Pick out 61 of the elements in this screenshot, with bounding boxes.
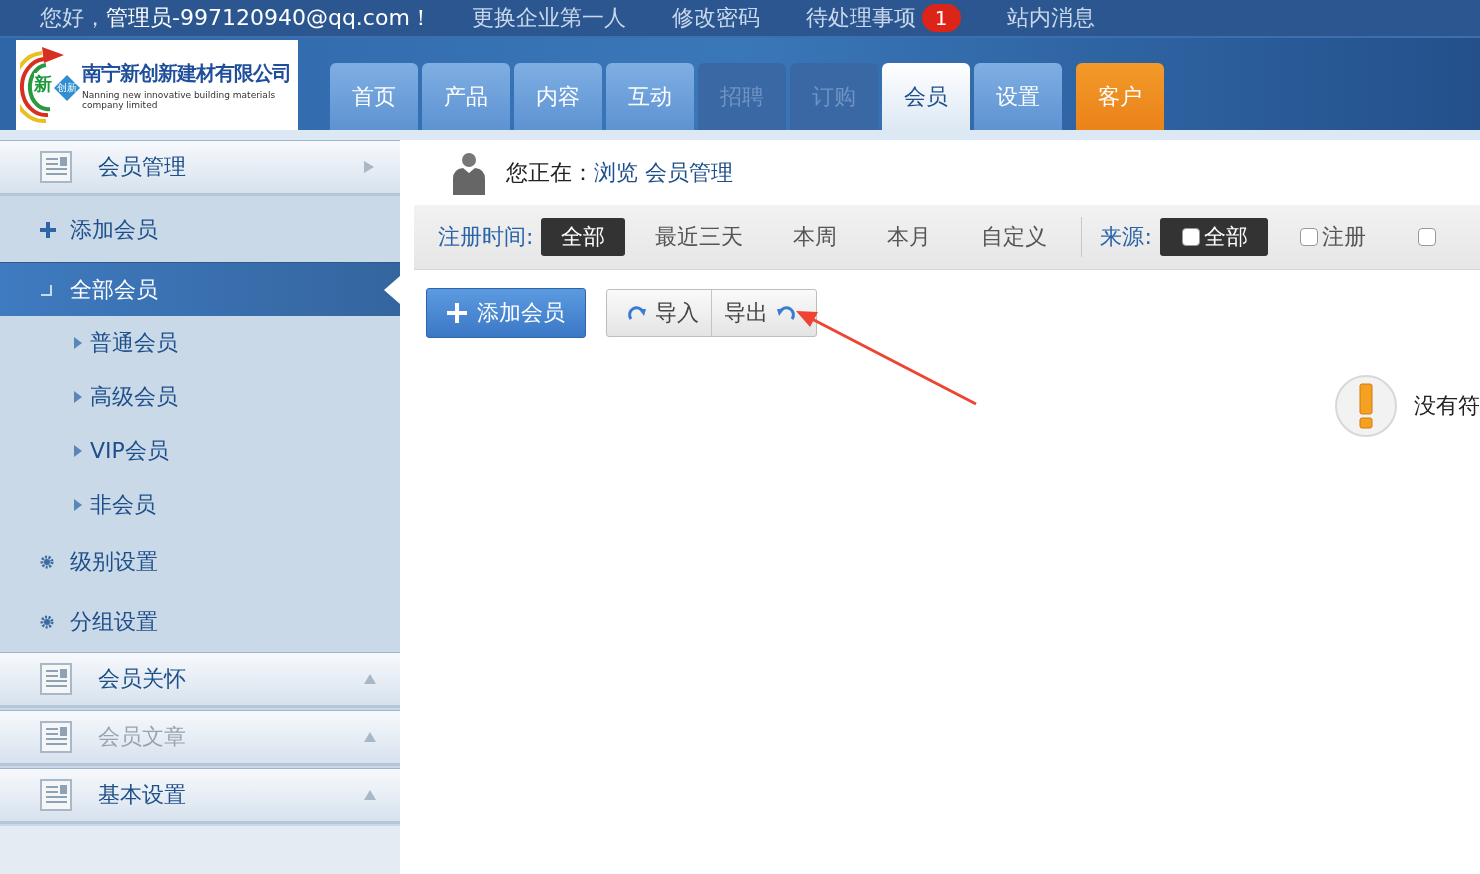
gear-icon	[40, 555, 54, 569]
pointer-icon	[384, 276, 400, 304]
filter-option[interactable]: 本周	[773, 218, 858, 256]
top-link[interactable]: 更换企业第一人	[471, 3, 626, 33]
corner-icon	[40, 283, 52, 296]
filter-option[interactable]: 自定义	[961, 218, 1068, 256]
document-icon	[40, 721, 72, 753]
company-name: 南宁新创新建材有限公司	[82, 60, 292, 87]
caret-icon	[74, 391, 82, 403]
document-icon	[40, 779, 72, 811]
document-icon	[40, 151, 72, 183]
user-name: 管理员-997120940@qq.com！	[106, 4, 432, 32]
sidebar-item[interactable]: 级别设置	[0, 532, 400, 592]
source-option[interactable]: 全部	[1159, 218, 1268, 256]
plus-icon	[447, 303, 467, 323]
top-link[interactable]: 待处理事项	[805, 3, 916, 33]
avatar-icon	[453, 150, 485, 195]
section-header[interactable]: 会员管理	[0, 140, 400, 196]
filter-option[interactable]: 本月	[867, 218, 952, 256]
caret-icon	[74, 499, 82, 511]
checkbox[interactable]	[1181, 228, 1200, 246]
filter-label: 来源:	[1100, 223, 1152, 251]
sidebar-subitem[interactable]: 非会员	[0, 478, 400, 532]
sidebar-subitem[interactable]: 高级会员	[0, 370, 400, 424]
top-link[interactable]: 站内消息	[1006, 3, 1095, 33]
greeting-text: 您好，	[40, 4, 106, 32]
nav-tab[interactable]: 会员	[882, 63, 970, 130]
checkbox[interactable]	[1417, 228, 1436, 246]
warning-icon	[1334, 374, 1398, 438]
breadcrumb-label: 您正在：	[506, 158, 594, 187]
import-button[interactable]: 导入	[607, 290, 711, 336]
sidebar-subitem[interactable]: VIP会员	[0, 424, 400, 478]
collapse-arrow-icon	[364, 789, 376, 801]
source-option[interactable]: 注册	[1277, 218, 1386, 256]
filter-label: 注册时间:	[438, 223, 534, 251]
plus-icon	[40, 222, 56, 238]
breadcrumb-link[interactable]: 浏览 会员管理	[594, 157, 733, 188]
caret-icon	[74, 337, 82, 349]
filter-option[interactable]: 全部	[541, 218, 626, 256]
collapse-arrow-icon	[364, 673, 376, 685]
logo[interactable]: 新 创新 南宁新创新建材有限公司 Nanning new innovative building materials company limited	[16, 40, 298, 130]
company-subtitle: Nanning new innovative building materials company limited	[82, 90, 277, 110]
expand-arrow-icon	[364, 161, 376, 173]
emblem-character: 新	[34, 73, 52, 95]
sidebar-item[interactable]: 添加会员	[0, 198, 400, 262]
collapse-arrow-icon	[364, 731, 376, 743]
section-header[interactable]: 基本设置	[0, 768, 400, 824]
document-icon	[40, 663, 72, 695]
swoosh-icon	[20, 45, 66, 125]
caret-icon	[74, 445, 82, 457]
sidebar-item[interactable]: 分组设置	[0, 592, 400, 652]
add-member-button[interactable]: 添加会员	[426, 288, 586, 338]
sidebar-subitem[interactable]: 普通会员	[0, 316, 400, 370]
section-header[interactable]: 会员关怀	[0, 652, 400, 708]
top-link[interactable]: 修改密码	[671, 3, 760, 33]
count-badge: 1	[921, 4, 961, 32]
gear-icon	[40, 615, 54, 629]
notice-text: 没有符	[1414, 392, 1480, 420]
filter-option[interactable]: 最近三天	[635, 218, 764, 256]
sidebar-item[interactable]: 全部会员	[0, 262, 400, 316]
checkbox[interactable]	[1299, 228, 1318, 246]
